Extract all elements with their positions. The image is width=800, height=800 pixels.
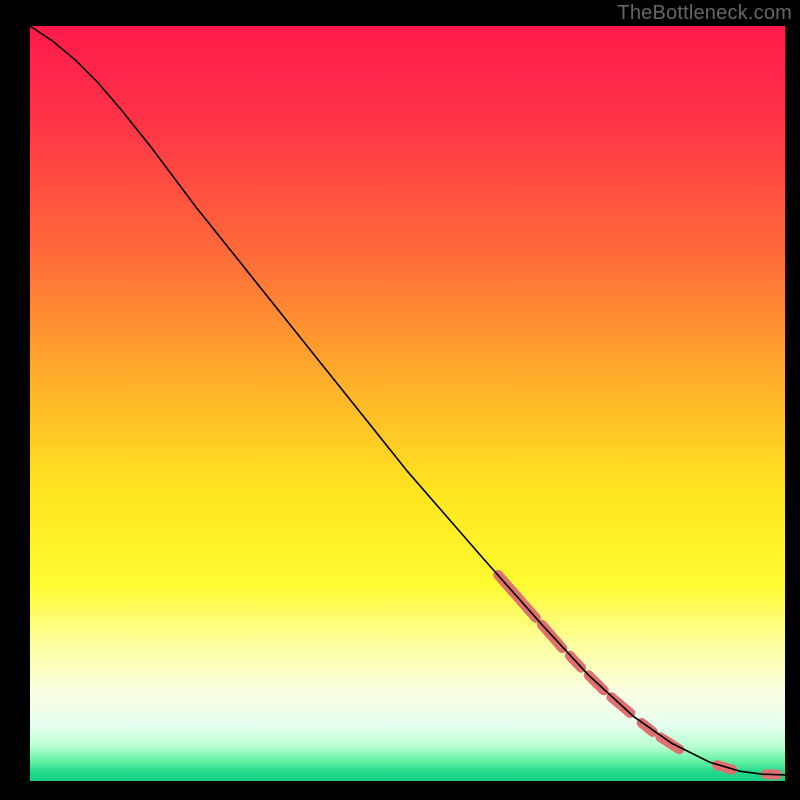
watermark-text: TheBottleneck.com — [617, 2, 792, 25]
gradient-background — [30, 26, 785, 781]
chart-frame: TheBottleneck.com — [0, 0, 800, 800]
chart-svg — [30, 26, 785, 781]
plot-area — [30, 26, 785, 781]
